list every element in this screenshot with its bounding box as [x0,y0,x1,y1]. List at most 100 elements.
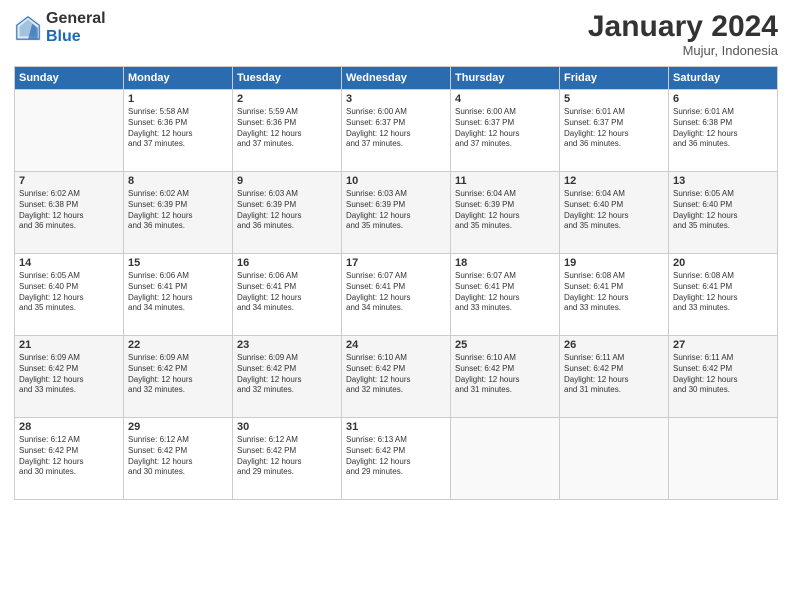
day-number: 20 [673,257,773,269]
logo-general: General [46,10,106,28]
calendar-cell [451,418,560,500]
day-info: Sunrise: 6:12 AM Sunset: 6:42 PM Dayligh… [128,435,228,478]
calendar-cell: 14 Sunrise: 6:05 AM Sunset: 6:40 PM Dayli… [15,254,124,336]
calendar-cell: 21 Sunrise: 6:09 AM Sunset: 6:42 PM Dayli… [15,336,124,418]
day-info: Sunrise: 6:13 AM Sunset: 6:42 PM Dayligh… [346,435,446,478]
day-info: Sunrise: 6:02 AM Sunset: 6:38 PM Dayligh… [19,189,119,232]
header: General Blue January 2024 Mujur, Indones… [14,10,778,58]
day-number: 15 [128,257,228,269]
day-number: 10 [346,175,446,187]
day-number: 14 [19,257,119,269]
calendar-cell: 29 Sunrise: 6:12 AM Sunset: 6:42 PM Dayli… [124,418,233,500]
calendar-cell: 13 Sunrise: 6:05 AM Sunset: 6:40 PM Dayli… [669,172,778,254]
day-info: Sunrise: 6:06 AM Sunset: 6:41 PM Dayligh… [237,271,337,314]
page: General Blue January 2024 Mujur, Indones… [0,0,792,612]
calendar-cell: 26Sunrise: 6:11 AM Sunset: 6:42 PM Dayli… [560,336,669,418]
week-row-4: 21 Sunrise: 6:09 AM Sunset: 6:42 PM Dayli… [15,336,778,418]
day-info: Sunrise: 6:00 AM Sunset: 6:37 PM Dayligh… [346,107,446,150]
day-info: Sunrise: 6:09 AM Sunset: 6:42 PM Dayligh… [19,353,119,396]
calendar-cell: 4Sunrise: 6:00 AM Sunset: 6:37 PM Daylig… [451,90,560,172]
logo-text: General Blue [46,10,106,45]
day-info: Sunrise: 6:04 AM Sunset: 6:39 PM Dayligh… [455,189,555,232]
calendar-cell: 27 Sunrise: 6:11 AM Sunset: 6:42 PM Dayli… [669,336,778,418]
day-number: 29 [128,421,228,433]
calendar-cell: 6 Sunrise: 6:01 AM Sunset: 6:38 PM Daylig… [669,90,778,172]
calendar-cell: 20 Sunrise: 6:08 AM Sunset: 6:41 PM Dayli… [669,254,778,336]
day-info: Sunrise: 6:08 AM Sunset: 6:41 PM Dayligh… [673,271,773,314]
day-info: Sunrise: 5:59 AM Sunset: 6:36 PM Dayligh… [237,107,337,150]
day-info: Sunrise: 6:01 AM Sunset: 6:37 PM Dayligh… [564,107,664,150]
month-title: January 2024 [588,10,778,43]
day-info: Sunrise: 6:06 AM Sunset: 6:41 PM Dayligh… [128,271,228,314]
day-number: 27 [673,339,773,351]
week-row-1: 1 Sunrise: 5:58 AM Sunset: 6:36 PM Daylig… [15,90,778,172]
calendar-cell: 2 Sunrise: 5:59 AM Sunset: 6:36 PM Daylig… [233,90,342,172]
header-sunday: Sunday [15,67,124,90]
day-number: 2 [237,93,337,105]
week-row-2: 7 Sunrise: 6:02 AM Sunset: 6:38 PM Daylig… [15,172,778,254]
calendar-cell: 12 Sunrise: 6:04 AM Sunset: 6:40 PM Dayli… [560,172,669,254]
day-number: 12 [564,175,664,187]
calendar-cell: 15 Sunrise: 6:06 AM Sunset: 6:41 PM Dayli… [124,254,233,336]
day-info: Sunrise: 6:12 AM Sunset: 6:42 PM Dayligh… [19,435,119,478]
header-monday: Monday [124,67,233,90]
day-info: Sunrise: 6:05 AM Sunset: 6:40 PM Dayligh… [19,271,119,314]
day-number: 18 [455,257,555,269]
calendar-cell [15,90,124,172]
header-thursday: Thursday [451,67,560,90]
calendar-cell: 1 Sunrise: 5:58 AM Sunset: 6:36 PM Daylig… [124,90,233,172]
logo-icon [14,14,42,42]
day-number: 30 [237,421,337,433]
calendar-cell: 19 Sunrise: 6:08 AM Sunset: 6:41 PM Dayli… [560,254,669,336]
day-number: 1 [128,93,228,105]
day-info: Sunrise: 6:00 AM Sunset: 6:37 PM Dayligh… [455,107,555,150]
day-number: 7 [19,175,119,187]
day-info: Sunrise: 6:10 AM Sunset: 6:42 PM Dayligh… [455,353,555,396]
header-tuesday: Tuesday [233,67,342,90]
calendar-cell: 18 Sunrise: 6:07 AM Sunset: 6:41 PM Dayli… [451,254,560,336]
day-info: Sunrise: 6:09 AM Sunset: 6:42 PM Dayligh… [237,353,337,396]
day-number: 21 [19,339,119,351]
calendar-cell: 7 Sunrise: 6:02 AM Sunset: 6:38 PM Daylig… [15,172,124,254]
calendar-cell: 23 Sunrise: 6:09 AM Sunset: 6:42 PM Dayli… [233,336,342,418]
day-info: Sunrise: 6:05 AM Sunset: 6:40 PM Dayligh… [673,189,773,232]
day-info: Sunrise: 6:11 AM Sunset: 6:42 PM Dayligh… [673,353,773,396]
day-number: 8 [128,175,228,187]
day-number: 3 [346,93,446,105]
day-number: 23 [237,339,337,351]
title-block: January 2024 Mujur, Indonesia [588,10,778,58]
day-info: Sunrise: 5:58 AM Sunset: 6:36 PM Dayligh… [128,107,228,150]
calendar-cell: 3 Sunrise: 6:00 AM Sunset: 6:37 PM Daylig… [342,90,451,172]
header-saturday: Saturday [669,67,778,90]
day-info: Sunrise: 6:03 AM Sunset: 6:39 PM Dayligh… [237,189,337,232]
day-info: Sunrise: 6:02 AM Sunset: 6:39 PM Dayligh… [128,189,228,232]
day-info: Sunrise: 6:12 AM Sunset: 6:42 PM Dayligh… [237,435,337,478]
day-number: 6 [673,93,773,105]
day-info: Sunrise: 6:01 AM Sunset: 6:38 PM Dayligh… [673,107,773,150]
header-friday: Friday [560,67,669,90]
calendar-cell: 30 Sunrise: 6:12 AM Sunset: 6:42 PM Dayli… [233,418,342,500]
calendar-cell: 25Sunrise: 6:10 AM Sunset: 6:42 PM Dayli… [451,336,560,418]
day-info: Sunrise: 6:08 AM Sunset: 6:41 PM Dayligh… [564,271,664,314]
logo-blue: Blue [46,28,106,46]
calendar-cell: 17Sunrise: 6:07 AM Sunset: 6:41 PM Dayli… [342,254,451,336]
header-wednesday: Wednesday [342,67,451,90]
calendar-cell: 10 Sunrise: 6:03 AM Sunset: 6:39 PM Dayli… [342,172,451,254]
day-number: 26 [564,339,664,351]
calendar-cell: 9Sunrise: 6:03 AM Sunset: 6:39 PM Daylig… [233,172,342,254]
day-number: 5 [564,93,664,105]
day-info: Sunrise: 6:07 AM Sunset: 6:41 PM Dayligh… [455,271,555,314]
week-row-5: 28Sunrise: 6:12 AM Sunset: 6:42 PM Dayli… [15,418,778,500]
calendar-cell: 8 Sunrise: 6:02 AM Sunset: 6:39 PM Daylig… [124,172,233,254]
day-number: 17 [346,257,446,269]
calendar-cell: 24Sunrise: 6:10 AM Sunset: 6:42 PM Dayli… [342,336,451,418]
calendar-cell [560,418,669,500]
day-info: Sunrise: 6:03 AM Sunset: 6:39 PM Dayligh… [346,189,446,232]
calendar-header-row: Sunday Monday Tuesday Wednesday Thursday… [15,67,778,90]
day-number: 24 [346,339,446,351]
day-number: 13 [673,175,773,187]
day-info: Sunrise: 6:04 AM Sunset: 6:40 PM Dayligh… [564,189,664,232]
logo: General Blue [14,10,106,45]
calendar-cell: 16Sunrise: 6:06 AM Sunset: 6:41 PM Dayli… [233,254,342,336]
day-number: 19 [564,257,664,269]
